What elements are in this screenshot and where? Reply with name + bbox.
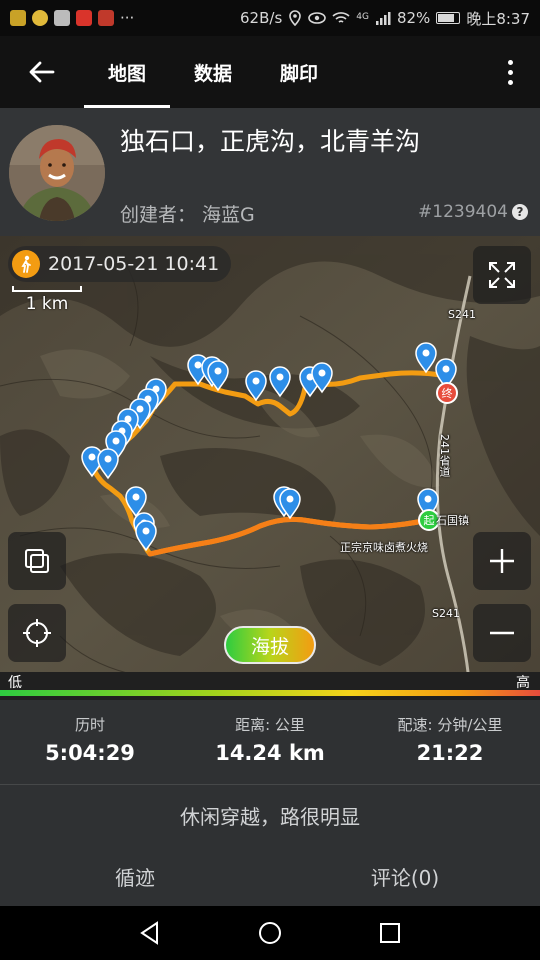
back-button[interactable]: [0, 36, 84, 108]
fullscreen-icon: [489, 262, 515, 288]
tab-data[interactable]: 数据: [170, 36, 256, 108]
mail-app-icon: [98, 10, 114, 26]
town-label: 石国镇: [436, 514, 469, 527]
status-bar: ··· 62B/s 4G 82% 晚上8:37: [0, 0, 540, 36]
stat-value: 14.24 km: [215, 741, 325, 765]
scale-bar: 1 km: [12, 286, 82, 314]
eye-icon: [308, 12, 327, 24]
track-creator[interactable]: 创建者： 海蓝G: [120, 200, 255, 227]
app-bar: 地图 数据 脚印: [0, 36, 540, 108]
avatar-image: [9, 125, 105, 221]
battery-icon: [436, 12, 461, 24]
avatar[interactable]: [9, 125, 105, 221]
signal-icon: [375, 12, 391, 25]
key-icon: [54, 10, 70, 26]
nav-home-icon[interactable]: [257, 920, 283, 946]
nav-back-icon[interactable]: [137, 920, 163, 946]
end-marker[interactable]: 终: [436, 382, 458, 404]
track-title: 独石口，正虎沟，北青羊沟: [120, 127, 421, 156]
stat-label: 距离: 公里: [235, 716, 305, 734]
zoom-in-button[interactable]: [473, 532, 531, 590]
more-notifications-icon: ···: [120, 9, 135, 27]
altitude-toggle[interactable]: 海拔: [224, 626, 316, 664]
arrow-left-icon: [29, 61, 55, 83]
weather-icon: [32, 10, 48, 26]
plus-icon: [490, 549, 514, 573]
track-id[interactable]: #1239404 ?: [418, 202, 528, 222]
fullscreen-button[interactable]: [473, 246, 531, 304]
clock: 晚上8:37: [466, 9, 530, 28]
zoom-out-button[interactable]: [473, 604, 531, 662]
location-icon: [289, 10, 302, 26]
waypoint-pin-icon[interactable]: [97, 448, 119, 480]
waypoint-pin-icon[interactable]: [269, 366, 291, 398]
tab-footprints[interactable]: 脚印: [256, 36, 342, 108]
legend-gradient: [0, 690, 540, 696]
wifi-icon: [332, 12, 350, 23]
dot: [507, 79, 513, 85]
walker-icon: [12, 250, 40, 278]
legend-high-label: 高: [516, 675, 530, 691]
map-view[interactable]: 终 起 S241 241省道 石国镇 正宗京味卤煮火烧 S241 2017-05…: [0, 236, 540, 690]
system-nav-bar: [0, 906, 540, 960]
waypoint-pin-icon[interactable]: [415, 342, 437, 374]
track-datetime: 2017-05-21 10:41: [8, 246, 232, 282]
track-id-text: #1239404: [418, 202, 508, 222]
stat-value: 5:04:29: [45, 741, 135, 765]
network-speed: 62B/s: [240, 9, 283, 27]
network-type-label: 4G: [356, 11, 369, 22]
altitude-legend: 低 高: [0, 672, 540, 700]
road-label-241: 241省道: [438, 434, 451, 477]
waypoint-pin-icon[interactable]: [135, 520, 157, 552]
poi-label: 正宗京味卤煮火烧: [340, 541, 428, 554]
news-app-icon: [76, 10, 92, 26]
follow-track-button[interactable]: 循迹: [0, 846, 270, 906]
layers-icon: [25, 549, 49, 573]
crosshair-icon: [23, 619, 51, 647]
app-notification-icon: [10, 10, 26, 26]
stat-distance: 距离: 公里 14.24 km: [180, 700, 360, 784]
battery-percent: 82%: [396, 9, 431, 27]
track-header: 独石口，正虎沟，北青羊沟 创建者： 海蓝G #1239404 ?: [0, 108, 540, 236]
track-description: 休闲穿越，路很明显: [0, 784, 540, 846]
tab-map[interactable]: 地图: [84, 36, 170, 108]
stat-label: 历时: [74, 716, 105, 734]
layers-button[interactable]: [8, 532, 66, 590]
scale-bar-line: [12, 286, 82, 292]
datetime-text: 2017-05-21 10:41: [48, 253, 220, 275]
locate-button[interactable]: [8, 604, 66, 662]
bottom-actions: 循迹 评论(0): [0, 846, 540, 906]
stat-label: 配速: 分钟/公里: [397, 716, 503, 734]
help-icon[interactable]: ?: [512, 204, 528, 220]
road-label-s241: S241: [448, 308, 476, 321]
nav-recents-icon[interactable]: [377, 920, 403, 946]
track-stats: 历时 5:04:29 距离: 公里 14.24 km 配速: 分钟/公里 21:…: [0, 700, 540, 784]
stat-pace: 配速: 分钟/公里 21:22: [360, 700, 540, 784]
waypoint-pin-icon[interactable]: [125, 486, 147, 518]
dot: [507, 69, 513, 75]
overflow-menu-button[interactable]: [480, 36, 540, 108]
stat-value: 21:22: [416, 741, 484, 765]
scale-label: 1 km: [25, 294, 69, 314]
legend-low-label: 低: [8, 675, 22, 691]
road-label-s241-bottom: S241: [432, 607, 460, 620]
comments-button[interactable]: 评论(0): [270, 846, 540, 906]
dot: [507, 59, 513, 65]
stat-duration: 历时 5:04:29: [0, 700, 180, 784]
waypoint-pin-icon[interactable]: [245, 370, 267, 402]
minus-icon: [490, 631, 514, 635]
